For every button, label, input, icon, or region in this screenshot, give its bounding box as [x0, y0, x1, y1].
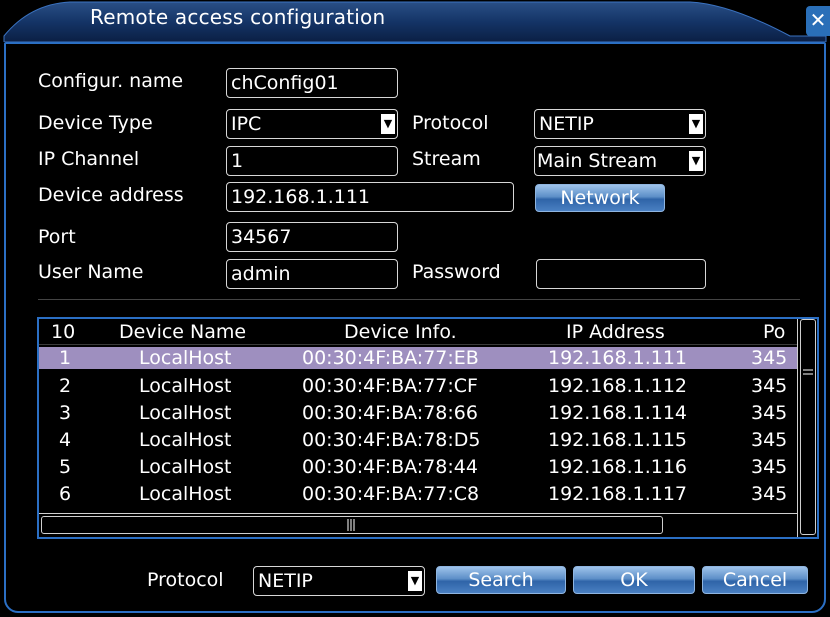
row-port: 345: [751, 456, 788, 478]
user-name-label: User Name: [38, 261, 144, 283]
vertical-scrollbar[interactable]: [797, 319, 817, 537]
row-device-info: 00:30:4F:BA:77:CF: [302, 375, 478, 397]
config-name-input[interactable]: chConfig01: [226, 68, 398, 98]
table-row[interactable]: 5 LocalHost 00:30:4F:BA:78:44 192.168.1.…: [39, 456, 797, 478]
row-device-info: 00:30:4F:BA:78:D5: [302, 429, 481, 451]
device-type-label: Device Type: [38, 112, 153, 134]
footer-protocol-label: Protocol: [147, 569, 224, 591]
device-address-input[interactable]: 192.168.1.111: [226, 182, 514, 212]
header-divider: [39, 344, 797, 345]
close-icon[interactable]: ✕: [806, 6, 830, 36]
row-device-info: 00:30:4F:BA:78:66: [302, 402, 478, 424]
device-list[interactable]: 10 Device Name Device Info. IP Address P…: [37, 317, 819, 539]
table-row[interactable]: 4 LocalHost 00:30:4F:BA:78:D5 192.168.1.…: [39, 429, 797, 451]
footer-protocol-select[interactable]: NETIP ▼: [253, 566, 425, 596]
footer-protocol-value: NETIP: [258, 570, 313, 592]
chevron-down-icon[interactable]: ▼: [381, 114, 395, 134]
port-label: Port: [38, 226, 76, 248]
divider: [38, 299, 800, 300]
search-button[interactable]: Search: [436, 566, 566, 594]
port-input[interactable]: 34567: [226, 222, 398, 252]
table-row[interactable]: 6 LocalHost 00:30:4F:BA:77:C8 192.168.1.…: [39, 483, 797, 505]
ip-channel-input[interactable]: 1: [226, 146, 398, 176]
row-device-name: LocalHost: [139, 375, 232, 397]
row-ip-address: 192.168.1.111: [548, 347, 688, 369]
stream-value: Main Stream: [537, 150, 658, 172]
ok-button[interactable]: OK: [573, 566, 695, 594]
table-row[interactable]: 2 LocalHost 00:30:4F:BA:77:CF 192.168.1.…: [39, 375, 797, 397]
stream-select[interactable]: Main Stream ▼: [534, 146, 706, 176]
protocol-value: NETIP: [539, 113, 594, 135]
row-ip-address: 192.168.1.116: [548, 456, 688, 478]
column-header-device-info[interactable]: Device Info.: [344, 321, 457, 343]
row-ip-address: 192.168.1.117: [548, 483, 688, 505]
table-row[interactable]: 3 LocalHost 00:30:4F:BA:78:66 192.168.1.…: [39, 402, 797, 424]
password-input[interactable]: [536, 259, 706, 289]
row-device-info: 00:30:4F:BA:77:EB: [302, 347, 479, 369]
row-port: 345: [751, 347, 788, 369]
row-index: 6: [59, 483, 72, 505]
chevron-down-icon[interactable]: ▼: [689, 151, 703, 171]
row-index: 4: [59, 429, 72, 451]
row-port: 345: [751, 429, 788, 451]
remote-access-dialog: Remote access configuration ✕ Configur. …: [0, 0, 830, 617]
grip-icon: [803, 369, 813, 375]
row-index: 3: [59, 402, 72, 424]
title-bar: Remote access configuration ✕: [0, 0, 830, 42]
grip-icon: [347, 519, 355, 531]
horizontal-scroll-thumb[interactable]: [41, 516, 663, 534]
row-device-name: LocalHost: [139, 347, 232, 369]
row-port: 345: [751, 483, 788, 505]
horizontal-scrollbar[interactable]: [39, 513, 797, 536]
row-device-name: LocalHost: [139, 402, 232, 424]
device-type-select[interactable]: IPC ▼: [226, 109, 398, 139]
dialog-title: Remote access configuration: [90, 5, 386, 29]
column-header-ip-address[interactable]: IP Address: [566, 321, 665, 343]
chevron-down-icon[interactable]: ▼: [408, 571, 422, 591]
password-label: Password: [412, 261, 501, 283]
protocol-select[interactable]: NETIP ▼: [534, 109, 706, 139]
protocol-label: Protocol: [412, 112, 489, 134]
device-type-value: IPC: [231, 113, 262, 135]
row-port: 345: [751, 375, 788, 397]
ip-channel-label: IP Channel: [38, 148, 140, 170]
row-ip-address: 192.168.1.114: [548, 402, 688, 424]
config-name-label: Configur. name: [38, 70, 184, 92]
row-device-name: LocalHost: [139, 483, 232, 505]
cancel-button[interactable]: Cancel: [702, 566, 808, 594]
row-index: 2: [59, 375, 72, 397]
row-device-name: LocalHost: [139, 429, 232, 451]
row-index: 1: [59, 347, 72, 369]
column-header-count[interactable]: 10: [51, 321, 75, 343]
device-address-label: Device address: [38, 184, 184, 206]
row-index: 5: [59, 456, 72, 478]
row-device-name: LocalHost: [139, 456, 232, 478]
network-button[interactable]: Network: [535, 184, 665, 212]
chevron-down-icon[interactable]: ▼: [689, 114, 703, 134]
column-header-port[interactable]: Po: [763, 321, 785, 343]
table-header: 10 Device Name Device Info. IP Address P…: [39, 321, 797, 343]
stream-label: Stream: [412, 148, 481, 170]
row-device-info: 00:30:4F:BA:77:C8: [302, 483, 480, 505]
table-row[interactable]: 1 LocalHost 00:30:4F:BA:77:EB 192.168.1.…: [39, 347, 797, 369]
row-device-info: 00:30:4F:BA:78:44: [302, 456, 478, 478]
row-port: 345: [751, 402, 788, 424]
vertical-scroll-thumb[interactable]: [800, 319, 816, 535]
column-header-device-name[interactable]: Device Name: [119, 321, 246, 343]
row-ip-address: 192.168.1.112: [548, 375, 688, 397]
user-name-input[interactable]: admin: [226, 259, 398, 289]
row-ip-address: 192.168.1.115: [548, 429, 688, 451]
